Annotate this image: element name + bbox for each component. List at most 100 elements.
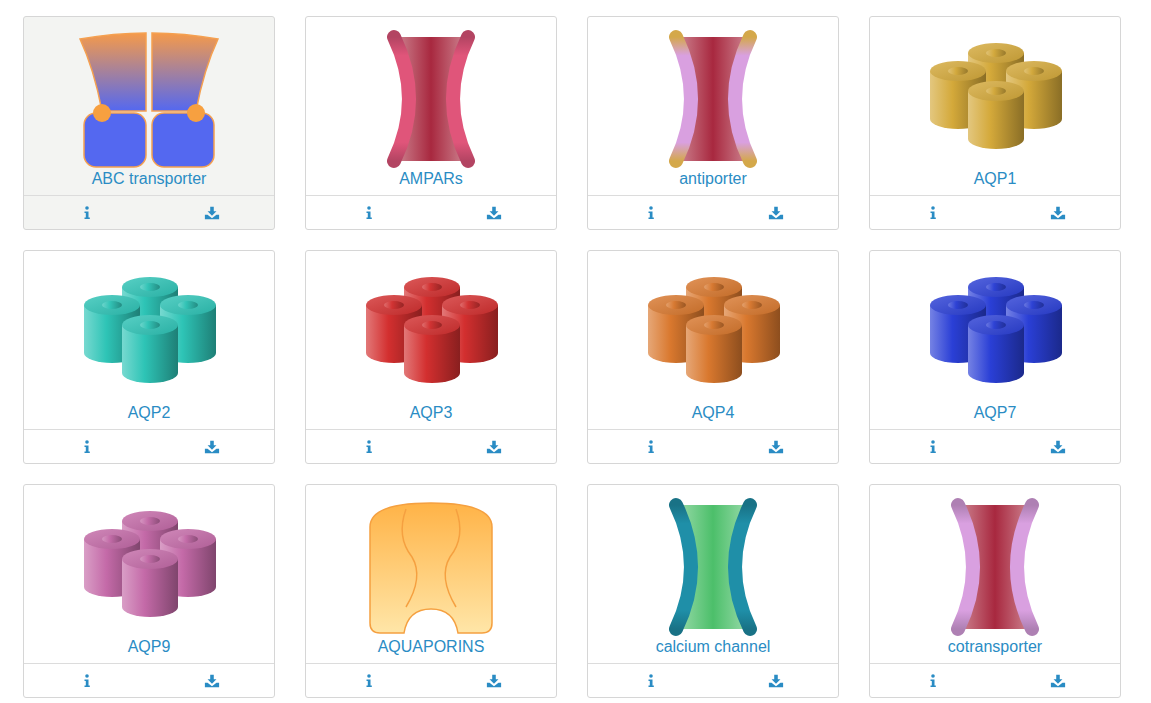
icon-card[interactable]: AQP2 bbox=[23, 250, 275, 464]
icon-card[interactable]: cotransporter bbox=[869, 484, 1121, 698]
card-label[interactable]: AQP2 bbox=[128, 403, 171, 423]
icon-card[interactable]: AQUAPORINS bbox=[305, 484, 557, 698]
download-button[interactable] bbox=[431, 196, 556, 229]
download-button[interactable] bbox=[149, 196, 274, 229]
card-preview[interactable]: antiporter bbox=[588, 17, 838, 195]
info-icon bbox=[79, 673, 95, 689]
download-button[interactable] bbox=[149, 430, 274, 463]
info-button[interactable] bbox=[24, 430, 149, 463]
card-footer bbox=[306, 195, 556, 229]
download-icon bbox=[1050, 673, 1066, 689]
tetramer-icon bbox=[920, 29, 1070, 169]
tetramer-icon bbox=[356, 263, 506, 403]
download-button[interactable] bbox=[995, 664, 1120, 697]
channel-icon bbox=[356, 29, 506, 169]
icon-card[interactable]: ABC transporter bbox=[23, 16, 275, 230]
download-button[interactable] bbox=[713, 430, 838, 463]
card-preview[interactable]: calcium channel bbox=[588, 485, 838, 663]
info-button[interactable] bbox=[870, 664, 995, 697]
card-label[interactable]: cotransporter bbox=[948, 637, 1042, 657]
card-preview[interactable]: ABC transporter bbox=[24, 17, 274, 195]
card-footer bbox=[588, 429, 838, 463]
download-icon bbox=[204, 439, 220, 455]
download-icon bbox=[486, 673, 502, 689]
info-button[interactable] bbox=[588, 196, 713, 229]
download-icon bbox=[1050, 205, 1066, 221]
card-preview[interactable]: AQP3 bbox=[306, 251, 556, 429]
icon-card[interactable]: AQP7 bbox=[869, 250, 1121, 464]
download-icon bbox=[768, 439, 784, 455]
info-icon bbox=[643, 205, 659, 221]
icon-card[interactable]: AQP4 bbox=[587, 250, 839, 464]
download-icon bbox=[204, 673, 220, 689]
info-button[interactable] bbox=[306, 664, 431, 697]
card-label[interactable]: calcium channel bbox=[656, 637, 771, 657]
download-button[interactable] bbox=[149, 664, 274, 697]
info-icon bbox=[925, 673, 941, 689]
card-preview[interactable]: AQP7 bbox=[870, 251, 1120, 429]
icon-card[interactable]: AQP9 bbox=[23, 484, 275, 698]
info-button[interactable] bbox=[588, 430, 713, 463]
download-button[interactable] bbox=[713, 196, 838, 229]
icon-card[interactable]: calcium channel bbox=[587, 484, 839, 698]
tetramer-icon bbox=[638, 263, 788, 403]
tetramer-icon bbox=[74, 497, 224, 637]
card-footer bbox=[24, 195, 274, 229]
card-label[interactable]: AMPARs bbox=[399, 169, 463, 189]
info-icon bbox=[361, 439, 377, 455]
card-footer bbox=[306, 663, 556, 697]
card-footer bbox=[24, 429, 274, 463]
icon-card[interactable]: AMPARs bbox=[305, 16, 557, 230]
card-footer bbox=[588, 195, 838, 229]
card-footer bbox=[870, 429, 1120, 463]
download-button[interactable] bbox=[431, 664, 556, 697]
download-icon bbox=[1050, 439, 1066, 455]
card-label[interactable]: AQP4 bbox=[692, 403, 735, 423]
info-icon bbox=[643, 439, 659, 455]
card-preview[interactable]: AMPARs bbox=[306, 17, 556, 195]
card-footer bbox=[588, 663, 838, 697]
card-label[interactable]: AQP3 bbox=[410, 403, 453, 423]
channel-icon bbox=[920, 497, 1070, 637]
info-button[interactable] bbox=[588, 664, 713, 697]
abc-transporter-icon bbox=[74, 29, 224, 169]
card-label[interactable]: AQUAPORINS bbox=[378, 637, 485, 657]
download-button[interactable] bbox=[995, 430, 1120, 463]
card-label[interactable]: AQP1 bbox=[974, 169, 1017, 189]
download-icon bbox=[486, 439, 502, 455]
download-icon bbox=[768, 205, 784, 221]
info-icon bbox=[361, 673, 377, 689]
card-footer bbox=[24, 663, 274, 697]
download-button[interactable] bbox=[431, 430, 556, 463]
icon-card[interactable]: AQP3 bbox=[305, 250, 557, 464]
download-button[interactable] bbox=[713, 664, 838, 697]
info-button[interactable] bbox=[870, 196, 995, 229]
tetramer-icon bbox=[920, 263, 1070, 403]
card-label[interactable]: antiporter bbox=[679, 169, 747, 189]
download-icon bbox=[768, 673, 784, 689]
card-preview[interactable]: AQUAPORINS bbox=[306, 485, 556, 663]
info-button[interactable] bbox=[24, 196, 149, 229]
icon-card[interactable]: antiporter bbox=[587, 16, 839, 230]
info-icon bbox=[925, 205, 941, 221]
channel-icon bbox=[638, 29, 788, 169]
card-label[interactable]: AQP7 bbox=[974, 403, 1017, 423]
card-footer bbox=[870, 195, 1120, 229]
card-label[interactable]: ABC transporter bbox=[92, 169, 207, 189]
download-icon bbox=[204, 205, 220, 221]
info-button[interactable] bbox=[306, 430, 431, 463]
info-button[interactable] bbox=[24, 664, 149, 697]
card-preview[interactable]: AQP4 bbox=[588, 251, 838, 429]
card-preview[interactable]: AQP1 bbox=[870, 17, 1120, 195]
download-button[interactable] bbox=[995, 196, 1120, 229]
info-button[interactable] bbox=[306, 196, 431, 229]
info-button[interactable] bbox=[870, 430, 995, 463]
card-label[interactable]: AQP9 bbox=[128, 637, 171, 657]
icon-card[interactable]: AQP1 bbox=[869, 16, 1121, 230]
card-footer bbox=[870, 663, 1120, 697]
card-preview[interactable]: cotransporter bbox=[870, 485, 1120, 663]
card-preview[interactable]: AQP9 bbox=[24, 485, 274, 663]
icon-grid: ABC transporter AMPARs antiporter AQP1 AQP2 A… bbox=[0, 0, 1151, 703]
card-preview[interactable]: AQP2 bbox=[24, 251, 274, 429]
card-footer bbox=[306, 429, 556, 463]
